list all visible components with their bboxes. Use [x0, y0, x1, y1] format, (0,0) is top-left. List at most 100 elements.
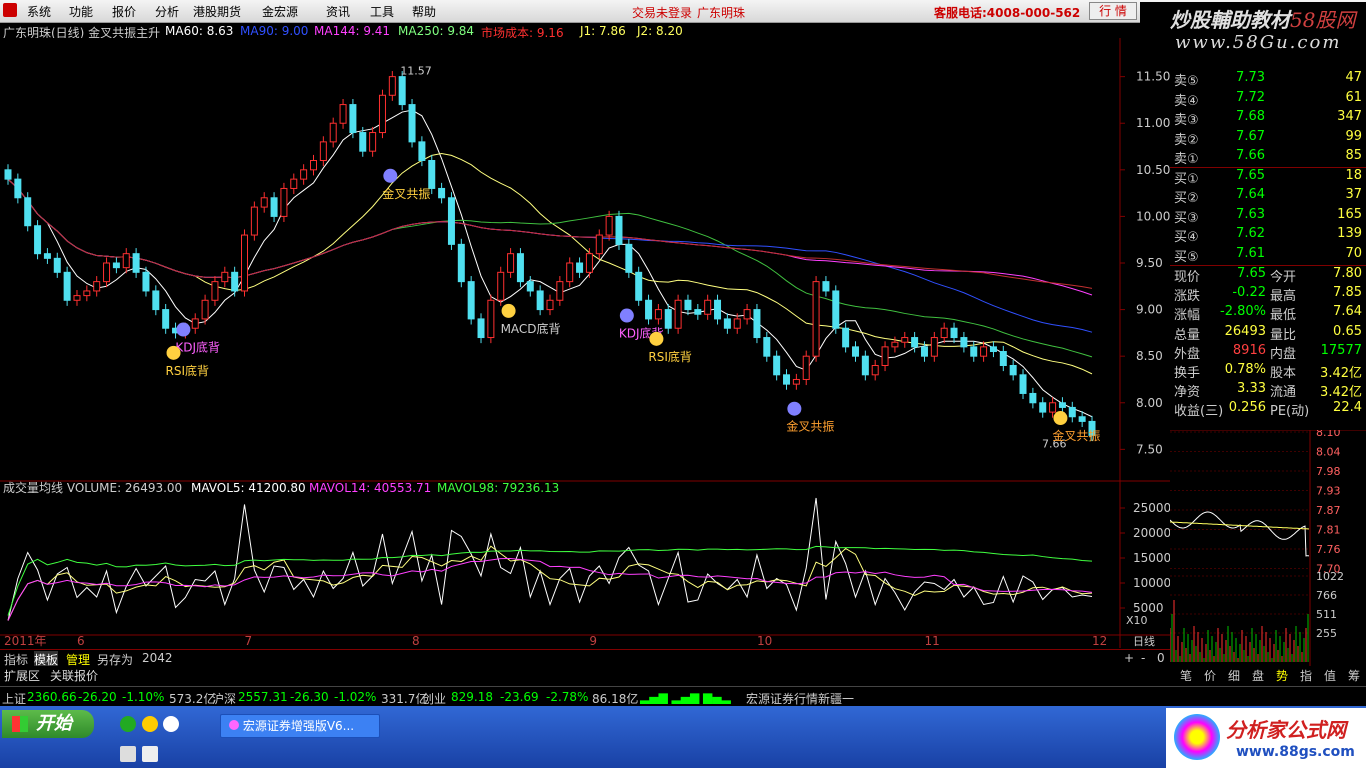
menu-analysis[interactable]: 分析 — [155, 3, 179, 20]
candle-body — [112, 262, 120, 269]
intraday-mini-chart[interactable]: 8.108.047.987.937.877.817.767.7010227665… — [1170, 430, 1366, 666]
candle-body — [477, 318, 485, 339]
buy-level[interactable]: 买② 7.64 37 — [1170, 187, 1366, 206]
candle-body — [950, 327, 958, 339]
sell-level[interactable]: 卖② 7.67 99 — [1170, 129, 1366, 148]
cy-name[interactable]: 创业 — [422, 690, 446, 707]
menu-tools[interactable]: 工具 — [370, 3, 394, 20]
candle-body — [901, 337, 909, 343]
ma60-label: MA60: 8.63 — [165, 24, 234, 38]
menu-function[interactable]: 功能 — [69, 3, 93, 20]
candle-body — [723, 318, 731, 329]
menu-news[interactable]: 资讯 — [326, 3, 350, 20]
candle-body — [546, 299, 554, 311]
tab-board[interactable]: 盘 — [1252, 667, 1264, 684]
sell-level[interactable]: 卖④ 7.72 61 — [1170, 90, 1366, 109]
candle-body — [999, 351, 1007, 367]
start-button[interactable]: 开始 — [2, 710, 94, 738]
candle-body — [980, 346, 988, 357]
candle-body — [319, 141, 327, 162]
keyboard-icon[interactable] — [120, 746, 136, 762]
zoom-minus[interactable]: - — [1141, 651, 1145, 665]
menu-quote[interactable]: 报价 — [112, 3, 136, 20]
candle-body — [418, 141, 426, 162]
stat-row: 收益(三) 0.256 PE(动) 22.4 — [1174, 400, 1362, 420]
help-icon[interactable] — [142, 746, 158, 762]
candle-body — [536, 290, 544, 311]
tab-trend[interactable]: 势 — [1276, 667, 1288, 684]
tab-index[interactable]: 指 — [1300, 667, 1312, 684]
tab-chips[interactable]: 筹 — [1348, 667, 1360, 684]
quicklaunch-icon-3[interactable] — [163, 716, 179, 732]
tab-related-quotes[interactable]: 关联报价 — [50, 667, 98, 684]
sell-level[interactable]: 卖⑤ 7.73 47 — [1170, 70, 1366, 89]
sell-level[interactable]: 卖① 7.66 85 — [1170, 148, 1366, 167]
candle-body — [930, 337, 938, 357]
candle-body — [63, 271, 71, 301]
zoom-plus[interactable]: + — [1124, 651, 1134, 665]
menu-system[interactable]: 系统 — [27, 3, 51, 20]
brand-title: 分析家公式网 — [1226, 718, 1346, 742]
mini-tick-label: 7.87 — [1316, 504, 1341, 517]
buy-level[interactable]: 买④ 7.62 139 — [1170, 226, 1366, 245]
quicklaunch-icon-1[interactable] — [120, 716, 136, 732]
candle-body — [398, 76, 406, 106]
candle-body — [211, 281, 219, 301]
signal-label: 金叉共振 — [382, 186, 430, 201]
kline-chart[interactable]: 11.50 11.00 10.50 10.00 9.50 9.00 8.50 8.00 7.50… — [0, 38, 1170, 648]
candle-body — [733, 318, 741, 329]
signal-face-icon — [383, 168, 398, 183]
menu-hk-futures[interactable]: 港股期货 — [193, 3, 241, 20]
taskbar-app-item[interactable]: 宏源证券增强版V6... — [220, 714, 380, 738]
tab-tick[interactable]: 笔 — [1180, 667, 1192, 684]
quicklaunch-icon-2[interactable] — [142, 716, 158, 732]
cy-value: 829.18 — [451, 690, 493, 704]
sh-pct: -1.10% — [122, 690, 165, 704]
mavol5-label: MAVOL5: 41200.80 — [191, 481, 306, 495]
quote-button[interactable]: 行 情 — [1089, 2, 1137, 20]
price-tick-label: 11.00 — [1136, 116, 1170, 130]
candle-body — [753, 309, 761, 339]
tab-extension[interactable]: 扩展区 — [4, 667, 40, 684]
candle-body — [300, 169, 308, 180]
candle-body — [378, 94, 386, 134]
tab-price[interactable]: 价 — [1204, 667, 1216, 684]
candle-body — [132, 253, 140, 273]
candle-body — [851, 346, 859, 357]
sh-amount: 573.2亿 — [169, 692, 216, 706]
candle-body — [743, 309, 751, 320]
signal-label: RSI底背 — [648, 349, 692, 364]
candle-body — [842, 327, 850, 348]
candle-body — [487, 299, 495, 339]
cy-change: -23.69 — [500, 690, 539, 704]
market-breadth-icon: ▂▄▆ ▂▄▆ ▆▄▂ — [640, 690, 731, 704]
candle-body — [438, 187, 446, 199]
candle-body — [556, 281, 564, 301]
buy-level[interactable]: 买③ 7.63 165 — [1170, 207, 1366, 226]
candle-body — [241, 234, 249, 292]
zoom-reset[interactable]: 0 — [1157, 651, 1165, 665]
candle-body — [714, 299, 722, 320]
sz-name[interactable]: 沪深 — [212, 690, 236, 707]
sell-level[interactable]: 卖③ 7.68 347 — [1170, 109, 1366, 128]
buy-level[interactable]: 买① 7.65 18 — [1170, 168, 1366, 187]
tab-value[interactable]: 值 — [1324, 667, 1336, 684]
menu-help[interactable]: 帮助 — [412, 3, 436, 20]
candle-body — [83, 290, 91, 297]
sh-name[interactable]: 上证 — [2, 690, 26, 707]
buy-level[interactable]: 买⑤ 7.61 70 — [1170, 246, 1366, 265]
ma-hidden-label: MA90: 9.00 — [240, 24, 309, 38]
signal-face-icon — [619, 308, 634, 323]
signal-label: RSI底背 — [166, 363, 210, 378]
login-status[interactable]: 交易未登录 — [632, 4, 692, 21]
month-label: 7 — [245, 634, 253, 648]
candle-body — [93, 281, 101, 292]
candle-body — [359, 132, 367, 152]
mavol98-label: MAVOL98: 79236.13 — [437, 481, 559, 495]
menu-jinhongyuan[interactable]: 金宏源 — [262, 3, 298, 20]
tab-detail[interactable]: 细 — [1228, 667, 1240, 684]
sz-amount: 331.7亿 — [381, 692, 428, 706]
news-ticker[interactable]: 宏源证券行情新疆一 — [746, 690, 854, 707]
volume-tick-label: 20000 — [1133, 526, 1170, 540]
candle-body — [467, 281, 475, 320]
